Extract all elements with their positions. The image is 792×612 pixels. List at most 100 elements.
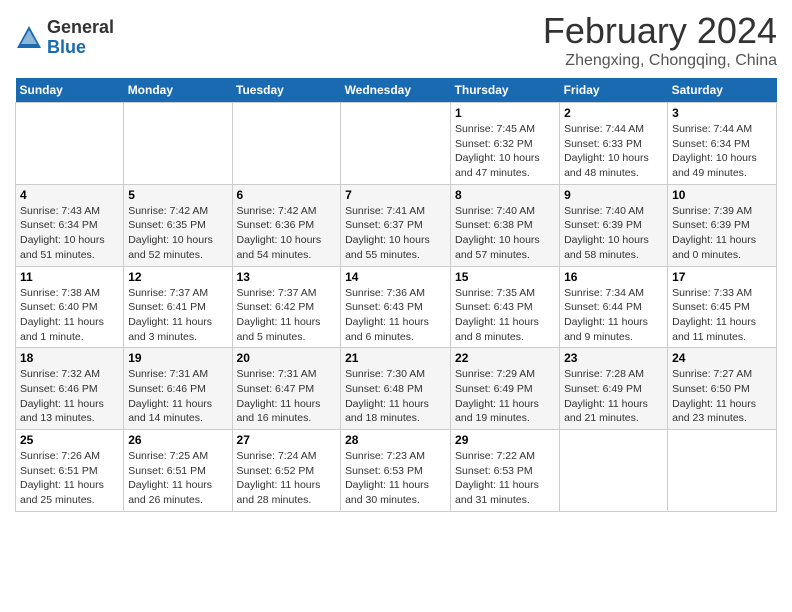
day-info: Sunrise: 7:32 AM Sunset: 6:46 PM Dayligh…	[20, 367, 119, 426]
location-title: Zhengxing, Chongqing, China	[543, 52, 777, 70]
calendar-cell: 18 Sunrise: 7:32 AM Sunset: 6:46 PM Dayli…	[16, 348, 124, 430]
calendar-cell: 26Sunrise: 7:25 AM Sunset: 6:51 PM Dayli…	[124, 430, 232, 512]
day-number: 17	[672, 270, 772, 284]
calendar-cell: 17Sunrise: 7:33 AM Sunset: 6:45 PM Dayli…	[668, 266, 777, 348]
day-info: Sunrise: 7:43 AM Sunset: 6:34 PM Dayligh…	[20, 204, 119, 263]
calendar-cell	[124, 103, 232, 185]
day-info: Sunrise: 7:41 AM Sunset: 6:37 PM Dayligh…	[345, 204, 446, 263]
day-number: 19	[128, 351, 227, 365]
day-info: Sunrise: 7:30 AM Sunset: 6:48 PM Dayligh…	[345, 367, 446, 426]
day-number: 12	[128, 270, 227, 284]
month-title: February 2024	[543, 10, 777, 52]
day-info: Sunrise: 7:36 AM Sunset: 6:43 PM Dayligh…	[345, 286, 446, 345]
calendar-week-4: 18 Sunrise: 7:32 AM Sunset: 6:46 PM Dayli…	[16, 348, 777, 430]
calendar-cell: 28 Sunrise: 7:23 AM Sunset: 6:53 PM Dayli…	[341, 430, 451, 512]
calendar-cell	[668, 430, 777, 512]
day-info: Sunrise: 7:44 AM Sunset: 6:33 PM Dayligh…	[564, 122, 663, 181]
day-number: 4	[20, 188, 119, 202]
calendar-cell: 13 Sunrise: 7:37 AM Sunset: 6:42 PM Dayli…	[232, 266, 341, 348]
day-info: Sunrise: 7:40 AM Sunset: 6:38 PM Dayligh…	[455, 204, 555, 263]
day-info: Sunrise: 7:39 AM Sunset: 6:39 PM Dayligh…	[672, 204, 772, 263]
calendar-cell: 8 Sunrise: 7:40 AM Sunset: 6:38 PM Daylig…	[451, 184, 560, 266]
calendar-header-row: SundayMondayTuesdayWednesdayThursdayFrid…	[16, 78, 777, 103]
day-number: 16	[564, 270, 663, 284]
day-info: Sunrise: 7:34 AM Sunset: 6:44 PM Dayligh…	[564, 286, 663, 345]
day-info: Sunrise: 7:25 AM Sunset: 6:51 PM Dayligh…	[128, 449, 227, 508]
day-info: Sunrise: 7:44 AM Sunset: 6:34 PM Dayligh…	[672, 122, 772, 181]
day-number: 21	[345, 351, 446, 365]
header: General Blue February 2024 Zhengxing, Ch…	[15, 10, 777, 70]
day-info: Sunrise: 7:27 AM Sunset: 6:50 PM Dayligh…	[672, 367, 772, 426]
day-info: Sunrise: 7:31 AM Sunset: 6:46 PM Dayligh…	[128, 367, 227, 426]
calendar-week-2: 4 Sunrise: 7:43 AM Sunset: 6:34 PM Daylig…	[16, 184, 777, 266]
calendar-cell: 27 Sunrise: 7:24 AM Sunset: 6:52 PM Dayli…	[232, 430, 341, 512]
calendar-cell: 6Sunrise: 7:42 AM Sunset: 6:36 PM Daylig…	[232, 184, 341, 266]
calendar-cell: 11Sunrise: 7:38 AM Sunset: 6:40 PM Dayli…	[16, 266, 124, 348]
calendar-cell: 3 Sunrise: 7:44 AM Sunset: 6:34 PM Daylig…	[668, 103, 777, 185]
calendar-cell: 22 Sunrise: 7:29 AM Sunset: 6:49 PM Dayli…	[451, 348, 560, 430]
day-header-monday: Monday	[124, 78, 232, 103]
calendar-cell: 15 Sunrise: 7:35 AM Sunset: 6:43 PM Dayli…	[451, 266, 560, 348]
day-number: 23	[564, 351, 663, 365]
day-info: Sunrise: 7:38 AM Sunset: 6:40 PM Dayligh…	[20, 286, 119, 345]
day-number: 15	[455, 270, 555, 284]
calendar-cell: 29Sunrise: 7:22 AM Sunset: 6:53 PM Dayli…	[451, 430, 560, 512]
day-number: 28	[345, 433, 446, 447]
day-info: Sunrise: 7:37 AM Sunset: 6:42 PM Dayligh…	[237, 286, 337, 345]
day-number: 25	[20, 433, 119, 447]
calendar-cell: 23 Sunrise: 7:28 AM Sunset: 6:49 PM Dayli…	[560, 348, 668, 430]
day-info: Sunrise: 7:42 AM Sunset: 6:35 PM Dayligh…	[128, 204, 227, 263]
day-info: Sunrise: 7:24 AM Sunset: 6:52 PM Dayligh…	[237, 449, 337, 508]
logo-blue: Blue	[47, 38, 114, 58]
logo-icon	[15, 24, 43, 52]
day-header-saturday: Saturday	[668, 78, 777, 103]
calendar-cell	[341, 103, 451, 185]
day-number: 18	[20, 351, 119, 365]
day-info: Sunrise: 7:23 AM Sunset: 6:53 PM Dayligh…	[345, 449, 446, 508]
calendar-cell: 5 Sunrise: 7:42 AM Sunset: 6:35 PM Daylig…	[124, 184, 232, 266]
calendar-cell: 20 Sunrise: 7:31 AM Sunset: 6:47 PM Dayli…	[232, 348, 341, 430]
day-number: 5	[128, 188, 227, 202]
calendar-week-1: 1 Sunrise: 7:45 AM Sunset: 6:32 PM Daylig…	[16, 103, 777, 185]
day-number: 9	[564, 188, 663, 202]
calendar-cell: 25Sunrise: 7:26 AM Sunset: 6:51 PM Dayli…	[16, 430, 124, 512]
day-number: 20	[237, 351, 337, 365]
logo: General Blue	[15, 18, 114, 58]
calendar-cell: 10Sunrise: 7:39 AM Sunset: 6:39 PM Dayli…	[668, 184, 777, 266]
day-number: 29	[455, 433, 555, 447]
day-info: Sunrise: 7:35 AM Sunset: 6:43 PM Dayligh…	[455, 286, 555, 345]
calendar-cell: 9 Sunrise: 7:40 AM Sunset: 6:39 PM Daylig…	[560, 184, 668, 266]
day-info: Sunrise: 7:29 AM Sunset: 6:49 PM Dayligh…	[455, 367, 555, 426]
calendar-cell: 14 Sunrise: 7:36 AM Sunset: 6:43 PM Dayli…	[341, 266, 451, 348]
calendar-cell	[16, 103, 124, 185]
day-number: 1	[455, 106, 555, 120]
calendar-week-3: 11Sunrise: 7:38 AM Sunset: 6:40 PM Dayli…	[16, 266, 777, 348]
day-number: 2	[564, 106, 663, 120]
day-info: Sunrise: 7:42 AM Sunset: 6:36 PM Dayligh…	[237, 204, 337, 263]
day-info: Sunrise: 7:28 AM Sunset: 6:49 PM Dayligh…	[564, 367, 663, 426]
calendar-cell: 19 Sunrise: 7:31 AM Sunset: 6:46 PM Dayli…	[124, 348, 232, 430]
day-info: Sunrise: 7:40 AM Sunset: 6:39 PM Dayligh…	[564, 204, 663, 263]
day-info: Sunrise: 7:31 AM Sunset: 6:47 PM Dayligh…	[237, 367, 337, 426]
calendar-cell	[560, 430, 668, 512]
day-header-sunday: Sunday	[16, 78, 124, 103]
day-number: 3	[672, 106, 772, 120]
day-number: 13	[237, 270, 337, 284]
day-number: 27	[237, 433, 337, 447]
day-info: Sunrise: 7:37 AM Sunset: 6:41 PM Dayligh…	[128, 286, 227, 345]
day-number: 14	[345, 270, 446, 284]
title-area: February 2024 Zhengxing, Chongqing, Chin…	[543, 10, 777, 70]
calendar-cell: 4 Sunrise: 7:43 AM Sunset: 6:34 PM Daylig…	[16, 184, 124, 266]
day-info: Sunrise: 7:45 AM Sunset: 6:32 PM Dayligh…	[455, 122, 555, 181]
logo-text: General Blue	[47, 18, 114, 58]
day-header-wednesday: Wednesday	[341, 78, 451, 103]
day-number: 8	[455, 188, 555, 202]
calendar-week-5: 25Sunrise: 7:26 AM Sunset: 6:51 PM Dayli…	[16, 430, 777, 512]
calendar-cell: 12 Sunrise: 7:37 AM Sunset: 6:41 PM Dayli…	[124, 266, 232, 348]
calendar-cell	[232, 103, 341, 185]
logo-general: General	[47, 18, 114, 38]
calendar-body: 1 Sunrise: 7:45 AM Sunset: 6:32 PM Daylig…	[16, 103, 777, 512]
day-number: 22	[455, 351, 555, 365]
day-header-thursday: Thursday	[451, 78, 560, 103]
calendar-cell: 21 Sunrise: 7:30 AM Sunset: 6:48 PM Dayli…	[341, 348, 451, 430]
